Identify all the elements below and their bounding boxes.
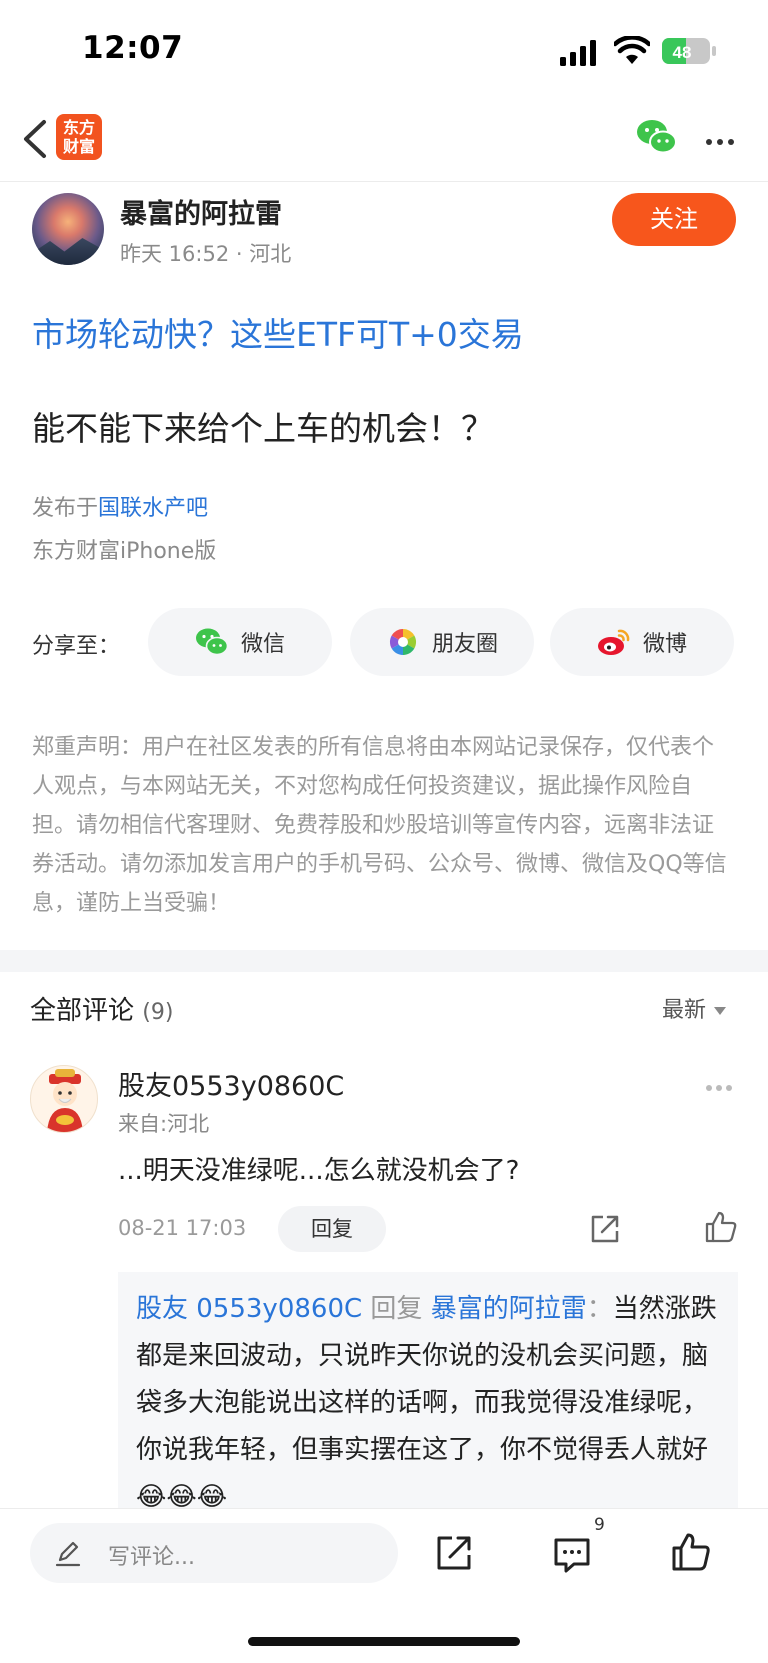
comment-text: ...明天没准绿呢...怎么就没机会了? (118, 1156, 520, 1186)
commenter-name[interactable]: 股友0553y0860C (118, 1064, 344, 1103)
topic-title-link[interactable]: 市场轮动快？这些ETF可T+0交易 (32, 308, 524, 356)
sort-dropdown[interactable]: 最新 (662, 992, 727, 1024)
share-label: 分享至： (32, 634, 121, 659)
wechat-icon[interactable] (636, 118, 678, 156)
home-indicator (248, 1637, 520, 1646)
reply-to-user[interactable]: 暴富的阿拉雷 (431, 1294, 587, 1324)
comment-count-badge: 9 (594, 1515, 605, 1535)
author-avatar[interactable] (32, 193, 104, 265)
share-icon[interactable] (588, 1212, 622, 1246)
reply-from-user[interactable]: 股友 0553y0860C (136, 1294, 362, 1324)
reply-button[interactable]: 回复 (278, 1206, 386, 1252)
comment-icon[interactable] (552, 1535, 592, 1575)
commenter-location: 来自:河北 (118, 1112, 210, 1136)
wechat-icon (195, 628, 229, 656)
post-device: 东方财富iPhone版 (32, 539, 217, 564)
app-logo[interactable]: 东方 财富 (56, 114, 102, 160)
caret-down-icon (714, 1007, 727, 1015)
author-name[interactable]: 暴富的阿拉雷 (120, 192, 282, 231)
caishen-avatar-icon (47, 1069, 83, 1132)
more-options-button[interactable] (706, 130, 746, 145)
post-body: 能不能下来给个上车的机会！？ (32, 409, 494, 448)
disclaimer: 郑重声明：用户在社区发表的所有信息将由本网站记录保存，仅代表个人观点，与本网站无… (32, 735, 727, 916)
wifi-icon (614, 36, 650, 64)
comment-placeholder: 写评论... (108, 1545, 195, 1570)
comments-count: (9) (142, 1000, 174, 1025)
reply-text-block: 股友 0553y0860C 回复 暴富的阿拉雷：当然涨跌都是来回波动，只说昨天你… (136, 1286, 720, 1508)
write-comment-input[interactable]: 写评论... (30, 1523, 398, 1583)
comment-time: 08-21 17:03 (118, 1216, 247, 1240)
commenter-avatar[interactable] (30, 1065, 98, 1133)
weibo-icon (597, 629, 630, 655)
reply-text: 当然涨跌都是来回波动，只说昨天你说的没机会买问题，脑袋多大泡能说出这样的话啊，而… (136, 1294, 717, 1508)
battery-icon: 48 (662, 38, 716, 64)
share-icon[interactable] (434, 1533, 474, 1573)
comments-title: 全部评论 (9) (30, 996, 174, 1026)
share-moments-button[interactable]: 朋友圈 (350, 608, 534, 676)
stock-bar-link[interactable]: 国联水产吧 (98, 496, 208, 521)
section-divider (0, 950, 768, 972)
moments-icon (389, 628, 417, 656)
svg-text:48: 48 (673, 43, 692, 62)
share-weibo-button[interactable]: 微博 (550, 608, 734, 676)
thumbs-up-icon[interactable] (670, 1531, 712, 1573)
pen-icon (55, 1541, 81, 1567)
reply-thread[interactable]: 股友 0553y0860C 回复 暴富的阿拉雷：当然涨跌都是来回波动，只说昨天你… (118, 1272, 738, 1508)
author-meta: 昨天 16:52 · 河北 (120, 242, 292, 266)
back-icon[interactable] (14, 114, 58, 164)
follow-button[interactable]: 关注 (612, 193, 736, 246)
comment-more-button[interactable] (706, 1076, 740, 1091)
cellular-signal-icon (560, 40, 596, 66)
bottom-bar: 写评论... 9 (0, 1508, 768, 1663)
nav-bar: 东方 财富 (0, 100, 768, 182)
status-time: 12:07 (82, 30, 184, 66)
published-in: 发布于国联水产吧 (32, 496, 209, 521)
status-bar: 12:07 48 (0, 0, 768, 100)
thumbs-up-icon[interactable] (704, 1210, 738, 1244)
share-wechat-button[interactable]: 微信 (148, 608, 332, 676)
